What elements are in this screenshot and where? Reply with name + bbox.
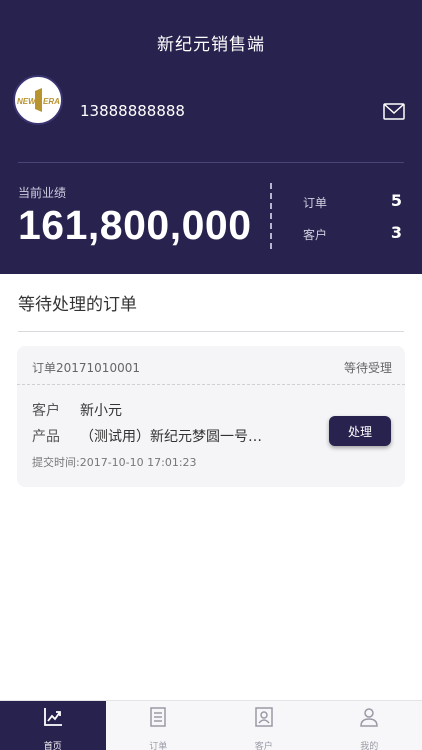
performance-label: 当前业绩 (18, 186, 67, 200)
tab-home[interactable]: 首页 (0, 701, 106, 750)
dashboard-header: 新纪元销售端 NEW ERA 13888888888 当前业绩 161,800,… (0, 0, 422, 274)
process-button[interactable]: 处理 (329, 416, 391, 446)
submit-time: 提交时间:2017-10-10 17:01:23 (32, 456, 197, 469)
logo-text: NEW (17, 97, 37, 106)
tab-profile-label: 我的 (360, 742, 379, 750)
new-era-logo-icon: NEW ERA (17, 88, 60, 112)
document-list-icon (150, 707, 166, 727)
customer-value: 新小元 (80, 403, 122, 419)
user-icon (360, 708, 379, 727)
tab-home-label: 首页 (43, 742, 62, 750)
order-status: 等待受理 (343, 361, 392, 375)
bottom-tab-bar: 首页 订单 客户 我的 (0, 700, 422, 750)
tab-orders[interactable]: 订单 (106, 701, 212, 750)
mail-icon[interactable] (383, 103, 405, 120)
tab-orders-label: 订单 (149, 742, 168, 750)
product-label: 产品 (32, 429, 60, 445)
tab-customers-label: 客户 (254, 742, 273, 750)
stat-orders-value: 5 (390, 191, 402, 210)
company-logo: NEW ERA (13, 75, 63, 125)
tab-customers[interactable]: 客户 (211, 701, 317, 750)
stat-customers-label: 客户 (303, 228, 328, 242)
customer-label: 客户 (32, 403, 60, 419)
card-divider (17, 384, 405, 385)
header-divider (18, 162, 404, 163)
user-phone: 13888888888 (80, 102, 185, 120)
app-title: 新纪元销售端 (157, 35, 265, 55)
product-value: （测试用）新纪元梦圆一号… (80, 429, 262, 445)
order-card[interactable]: 订单20171010001 等待受理 客户 新小元 产品 （测试用）新纪元梦圆一… (17, 346, 405, 487)
stat-orders-label: 订单 (303, 196, 328, 210)
svg-text:ERA: ERA (43, 97, 60, 106)
stats-separator (270, 183, 272, 249)
performance-value: 161,800,000 (18, 202, 252, 248)
tab-profile[interactable]: 我的 (317, 701, 422, 750)
pending-orders-title: 等待处理的订单 (18, 295, 137, 315)
stat-customers-value: 3 (390, 223, 402, 242)
chart-trend-icon (43, 708, 62, 726)
section-divider (18, 331, 404, 332)
contact-card-icon (255, 707, 273, 727)
order-number: 订单20171010001 (32, 361, 140, 375)
